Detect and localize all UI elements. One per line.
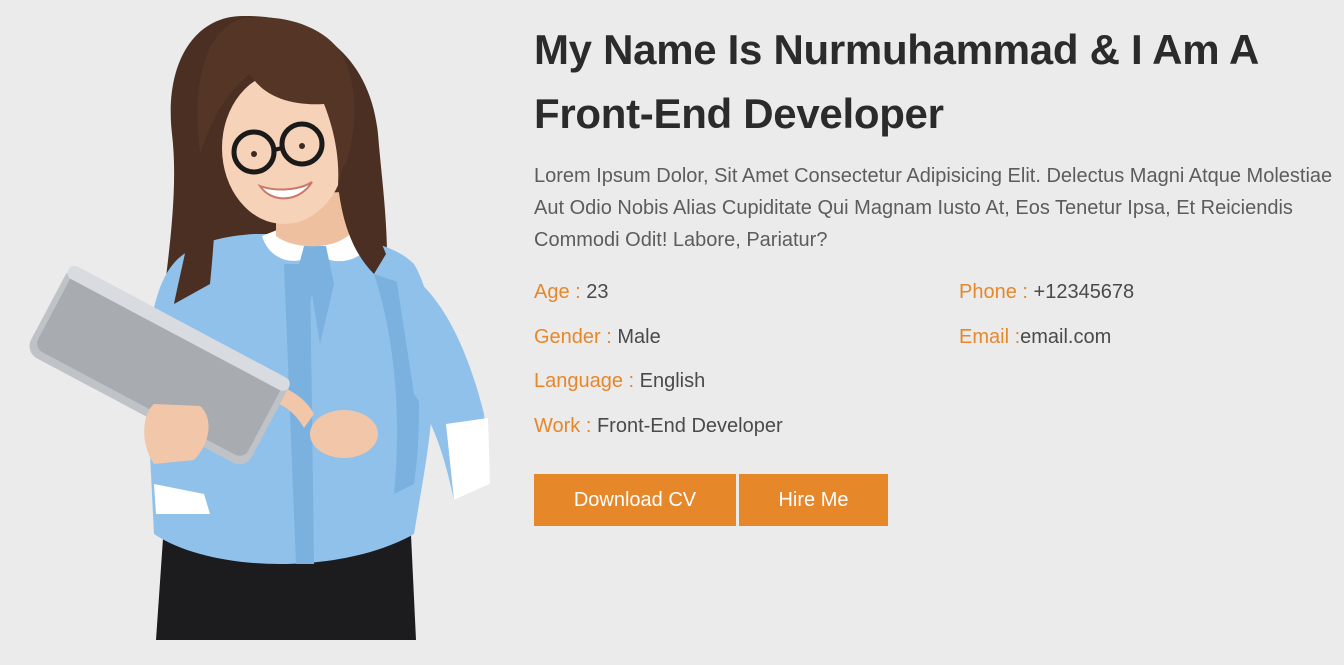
info-work: Work : Front-End Developer bbox=[534, 412, 783, 440]
language-value: English bbox=[639, 370, 706, 392]
intro-text: Lorem Ipsum Dolor, Sit Amet Consectetur … bbox=[534, 165, 1333, 251]
page-title-line1: My Name Is Nurmuhammad & I Am A bbox=[534, 26, 1260, 73]
info-phone: Phone : +12345678 bbox=[959, 278, 1134, 306]
gender-label: Gender : bbox=[534, 326, 618, 348]
gender-value: Male bbox=[617, 326, 661, 348]
age-value: 23 bbox=[586, 281, 609, 303]
about-content: My Name Is Nurmuhammad & I Am A Front-En… bbox=[534, 18, 1334, 526]
action-buttons: Download CV Hire Me bbox=[534, 474, 1334, 526]
info-gender: Gender : Male bbox=[534, 323, 661, 351]
work-label: Work : bbox=[534, 415, 597, 437]
info-age: Age : 23 bbox=[534, 278, 609, 306]
page-title: My Name Is Nurmuhammad & I Am A Front-En… bbox=[534, 18, 1334, 146]
info-email: Email :email.com bbox=[959, 323, 1111, 351]
hire-me-button[interactable]: Hire Me bbox=[739, 474, 888, 526]
phone-value: +12345678 bbox=[1033, 281, 1135, 303]
language-label: Language : bbox=[534, 370, 640, 392]
email-value: email.com bbox=[1020, 326, 1112, 348]
personal-info: Age : 23 Gender : Male Language : Englis… bbox=[534, 278, 1334, 456]
age-label: Age : bbox=[534, 281, 587, 303]
email-label: Email : bbox=[959, 326, 1021, 348]
page-title-line2: Front-End Developer bbox=[534, 90, 944, 137]
about-section: My Name Is Nurmuhammad & I Am A Front-En… bbox=[0, 0, 1344, 665]
download-cv-button[interactable]: Download CV bbox=[534, 474, 736, 526]
phone-label: Phone : bbox=[959, 281, 1034, 303]
profile-photo bbox=[29, 15, 490, 640]
info-language: Language : English bbox=[534, 367, 705, 395]
work-value: Front-End Developer bbox=[596, 415, 783, 437]
